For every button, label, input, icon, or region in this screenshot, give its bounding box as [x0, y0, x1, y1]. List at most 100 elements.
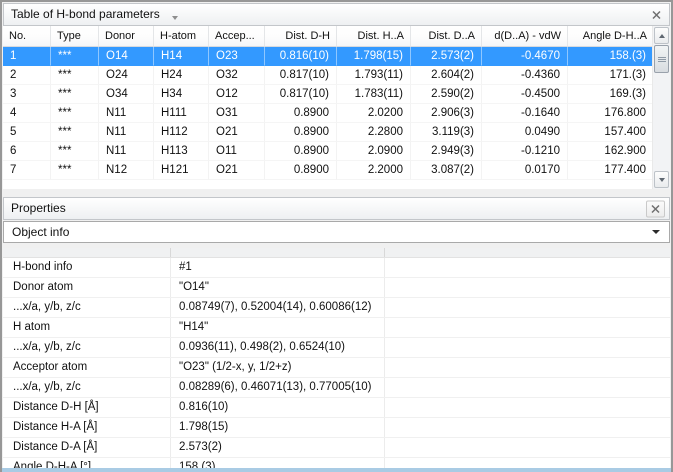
- hbond-panel-titlebar[interactable]: Table of H-bond parameters: [3, 3, 670, 26]
- property-label: Angle D-H-A [°]: [3, 458, 171, 468]
- cell-d-vdw: -0.4360: [482, 66, 568, 85]
- property-value[interactable]: 0.08749(7), 0.52004(14), 0.60086(12): [171, 298, 385, 317]
- cell-donor: N11: [99, 104, 154, 123]
- property-value[interactable]: "H14": [171, 318, 385, 337]
- scroll-down-button[interactable]: [654, 171, 669, 188]
- cell-dist-da: 2.590(2): [411, 85, 482, 104]
- cell-dist-ha: 2.2000: [337, 161, 411, 180]
- column-header-d-vdw[interactable]: d(D..A) - vdW: [482, 26, 568, 47]
- cell-angle: 157.400: [568, 123, 653, 142]
- column-header-dist-ha[interactable]: Dist. H..A: [337, 26, 411, 47]
- property-value[interactable]: "O14": [171, 278, 385, 297]
- property-value[interactable]: 0.816(10): [171, 398, 385, 417]
- table-row[interactable]: 6 *** N11 H113 O11 0.8900 2.0900 2.949(3…: [3, 142, 653, 161]
- table-row[interactable]: 7 *** N12 H121 O21 0.8900 2.2000 3.087(2…: [3, 161, 653, 180]
- column-header-h-atom[interactable]: H-atom: [154, 26, 209, 47]
- property-row[interactable]: Acceptor atom "O23" (1/2-x, y, 1/2+z): [3, 358, 670, 378]
- property-extra-cell: [385, 418, 670, 437]
- panel-menu-chevron-icon[interactable]: [172, 16, 178, 20]
- cell-dist-da: 2.604(2): [411, 66, 482, 85]
- cell-angle: 169.(3): [568, 85, 653, 104]
- cell-no: 1: [3, 47, 51, 66]
- cell-h-atom: H24: [154, 66, 209, 85]
- column-header-dist-dh[interactable]: Dist. D-H: [265, 26, 337, 47]
- table-scrollbar[interactable]: [652, 26, 670, 189]
- cell-donor: N11: [99, 142, 154, 161]
- scroll-up-button[interactable]: [654, 27, 669, 44]
- column-header-dist-da[interactable]: Dist. D..A: [411, 26, 482, 47]
- property-row[interactable]: Distance D-H [Å] 0.816(10): [3, 398, 670, 418]
- property-row[interactable]: ...x/a, y/b, z/c 0.08289(6), 0.46071(13)…: [3, 378, 670, 398]
- column-header-angle[interactable]: Angle D-H..A: [568, 26, 653, 47]
- cell-h-atom: H113: [154, 142, 209, 161]
- cell-d-vdw: -0.1210: [482, 142, 568, 161]
- cell-dist-dh: 0.817(10): [265, 66, 337, 85]
- cell-type: ***: [51, 85, 99, 104]
- property-value[interactable]: #1: [171, 258, 385, 277]
- table-row[interactable]: 3 *** O34 H34 O12 0.817(10) 1.783(11) 2.…: [3, 85, 653, 104]
- cell-acceptor: O12: [209, 85, 265, 104]
- property-row[interactable]: Distance D-A [Å] 2.573(2): [3, 438, 670, 458]
- cell-angle: 176.800: [568, 104, 653, 123]
- column-header-no[interactable]: No.: [3, 26, 51, 47]
- cell-no: 2: [3, 66, 51, 85]
- column-header-acceptor[interactable]: Accep...: [209, 26, 265, 47]
- property-row[interactable]: H atom "H14": [3, 318, 670, 338]
- cell-d-vdw: 0.0170: [482, 161, 568, 180]
- property-value[interactable]: "O23" (1/2-x, y, 1/2+z): [171, 358, 385, 377]
- property-row[interactable]: H-bond info #1: [3, 258, 670, 278]
- property-value[interactable]: 1.798(15): [171, 418, 385, 437]
- cell-donor: O14: [99, 47, 154, 66]
- cell-acceptor: O31: [209, 104, 265, 123]
- object-info-select[interactable]: Object info: [3, 221, 670, 243]
- property-label: Distance D-A [Å]: [3, 438, 171, 457]
- cell-donor: O34: [99, 85, 154, 104]
- property-value[interactable]: 0.0936(11), 0.498(2), 0.6524(10): [171, 338, 385, 357]
- grid-header-cell: [385, 248, 670, 257]
- property-extra-cell: [385, 298, 670, 317]
- cell-dist-da: 2.949(3): [411, 142, 482, 161]
- cell-no: 6: [3, 142, 51, 161]
- hbond-panel-title: Table of H-bond parameters: [11, 4, 160, 25]
- property-row[interactable]: Distance H-A [Å] 1.798(15): [3, 418, 670, 438]
- object-info-selected-value: Object info: [12, 225, 69, 239]
- property-row[interactable]: ...x/a, y/b, z/c 0.08749(7), 0.52004(14)…: [3, 298, 670, 318]
- cell-dist-dh: 0.817(10): [265, 85, 337, 104]
- cell-angle: 171.(3): [568, 66, 653, 85]
- property-row[interactable]: Angle D-H-A [°] 158.(3): [3, 458, 670, 468]
- property-row[interactable]: ...x/a, y/b, z/c 0.0936(11), 0.498(2), 0…: [3, 338, 670, 358]
- cell-d-vdw: 0.0490: [482, 123, 568, 142]
- properties-panel-close-button[interactable]: [646, 200, 665, 217]
- property-value[interactable]: 158.(3): [171, 458, 385, 468]
- property-value[interactable]: 0.08289(6), 0.46071(13), 0.77005(10): [171, 378, 385, 397]
- table-row[interactable]: 1 *** O14 H14 O23 0.816(10) 1.798(15) 2.…: [3, 47, 653, 66]
- cell-angle: 158.(3): [568, 47, 653, 66]
- cell-dist-ha: 2.0200: [337, 104, 411, 123]
- property-label: ...x/a, y/b, z/c: [3, 338, 171, 357]
- property-extra-cell: [385, 318, 670, 337]
- table-row[interactable]: 4 *** N11 H111 O31 0.8900 2.0200 2.906(3…: [3, 104, 653, 123]
- cell-type: ***: [51, 104, 99, 123]
- property-row[interactable]: Donor atom "O14": [3, 278, 670, 298]
- properties-panel-titlebar[interactable]: Properties: [3, 197, 670, 220]
- cell-no: 7: [3, 161, 51, 180]
- hbond-panel-close-button[interactable]: [648, 7, 665, 22]
- column-header-donor[interactable]: Donor: [99, 26, 154, 47]
- table-row[interactable]: 5 *** N11 H112 O21 0.8900 2.2800 3.119(3…: [3, 123, 653, 142]
- property-extra-cell: [385, 338, 670, 357]
- table-row[interactable]: 2 *** O24 H24 O32 0.817(10) 1.793(11) 2.…: [3, 66, 653, 85]
- column-header-type[interactable]: Type: [51, 26, 99, 47]
- cell-no: 4: [3, 104, 51, 123]
- cell-dist-ha: 2.2800: [337, 123, 411, 142]
- property-label: Donor atom: [3, 278, 171, 297]
- scrollbar-thumb[interactable]: [654, 45, 669, 73]
- cell-dist-ha: 1.798(15): [337, 47, 411, 66]
- cell-dist-da: 3.119(3): [411, 123, 482, 142]
- property-label: ...x/a, y/b, z/c: [3, 298, 171, 317]
- cell-acceptor: O21: [209, 161, 265, 180]
- cell-type: ***: [51, 123, 99, 142]
- property-label: H atom: [3, 318, 171, 337]
- cell-dist-ha: 1.793(11): [337, 66, 411, 85]
- properties-panel-title: Properties: [11, 198, 66, 219]
- property-value[interactable]: 2.573(2): [171, 438, 385, 457]
